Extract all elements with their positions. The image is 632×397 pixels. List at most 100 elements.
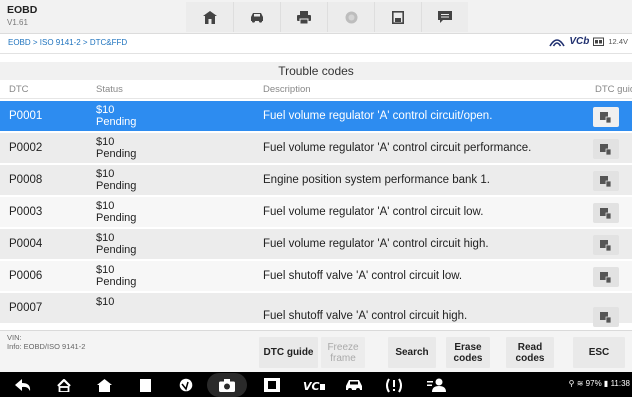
- dtc-guide-button[interactable]: [593, 307, 619, 327]
- battery-level: 97%: [585, 379, 602, 388]
- battery-fill-icon: ▮: [603, 379, 609, 388]
- dtc-description: Fuel shutoff valve 'A' control circuit l…: [263, 270, 463, 282]
- message-icon: [438, 10, 452, 23]
- up-button[interactable]: [55, 377, 73, 393]
- vci-label: VCb: [569, 36, 590, 47]
- table-row[interactable]: P0003 $10 Pending Fuel volume regulator '…: [0, 197, 632, 229]
- dtc-guide-action-button[interactable]: DTC guide: [259, 337, 318, 368]
- trouble-code-list[interactable]: P0001 $10 Pending Fuel volume regulator '…: [0, 101, 632, 330]
- dtc-guide-button[interactable]: [593, 267, 619, 287]
- breadcrumb-bar: EOBD > ISO 9141-2 > DTC&FFD VCb 12.4V: [0, 34, 632, 54]
- vci-icon: VC: [303, 380, 325, 391]
- guide-icon: [600, 207, 612, 219]
- battery-icon: [593, 37, 605, 46]
- dtc-guide-button[interactable]: [593, 139, 619, 159]
- search-button[interactable]: Search: [388, 337, 436, 368]
- column-header-guide: DTC guide: [595, 84, 632, 95]
- dtc-status: $10 Pending: [96, 136, 137, 160]
- dtc-description: Fuel volume regulator 'A' control circui…: [263, 142, 532, 154]
- system-nav-bar: VC ⚲ ≋ 97% ▮ 11:38: [0, 372, 632, 397]
- wifi-icon: ≋: [576, 379, 584, 388]
- recent-apps-button[interactable]: [138, 377, 152, 393]
- app-version: V1.61: [7, 18, 28, 27]
- dtc-guide-button[interactable]: [593, 107, 619, 127]
- dtc-code: P0001: [9, 110, 43, 122]
- connection-status: VCb 12.4V: [549, 36, 628, 47]
- freeze-frame-button[interactable]: Freeze frame: [321, 337, 365, 368]
- table-row[interactable]: P0008 $10 Pending Engine position system …: [0, 165, 632, 197]
- action-footer: VIN: Info: EOBD/ISO 9141-2 DTC guide Fre…: [0, 330, 632, 372]
- esc-button[interactable]: ESC: [573, 337, 625, 368]
- save-button[interactable]: [374, 2, 421, 32]
- home-icon: [202, 10, 217, 24]
- user-support-button[interactable]: [426, 377, 448, 393]
- camera-button[interactable]: [207, 373, 247, 397]
- table-row[interactable]: P0001 $10 Pending Fuel volume regulator '…: [0, 101, 632, 133]
- guide-icon: [600, 111, 612, 123]
- vehicle-swap-button[interactable]: [233, 2, 280, 32]
- dtc-status: $10 Pending: [96, 232, 137, 256]
- vci-manager-button[interactable]: VC: [302, 377, 326, 393]
- back-button[interactable]: [14, 377, 32, 393]
- table-header: DTC Status Description DTC guide: [0, 81, 632, 99]
- table-row[interactable]: P0006 $10 Pending Fuel shutoff valve 'A' …: [0, 261, 632, 293]
- column-header-description: Description: [263, 84, 311, 95]
- dtc-description: Fuel volume regulator 'A' control circui…: [263, 206, 484, 218]
- tire-warning-icon: [386, 377, 402, 393]
- svg-text:VC: VC: [303, 380, 320, 391]
- toolbar: [186, 0, 468, 34]
- house-icon: [96, 378, 112, 392]
- vin-label: VIN:: [7, 333, 22, 342]
- dtc-code: P0008: [9, 174, 43, 186]
- recent-apps-icon: [139, 378, 151, 392]
- app-title: EOBD: [7, 4, 38, 16]
- location-icon: ⚲: [568, 379, 575, 388]
- save-icon: [392, 10, 404, 24]
- user-support-icon: [427, 378, 446, 392]
- column-header-status: Status: [96, 84, 123, 95]
- table-row[interactable]: P0004 $10 Pending Fuel volume regulator '…: [0, 229, 632, 261]
- table-row[interactable]: P0002 $10 Pending Fuel volume regulator '…: [0, 133, 632, 165]
- dtc-description: Fuel volume regulator 'A' control circui…: [263, 238, 489, 250]
- dtc-code: P0004: [9, 238, 43, 250]
- dtc-guide-button[interactable]: [593, 235, 619, 255]
- browser-button[interactable]: [178, 377, 194, 393]
- dtc-guide-button[interactable]: [593, 171, 619, 191]
- home-nav-button[interactable]: [95, 377, 113, 393]
- dtc-status: $10: [96, 296, 115, 308]
- dtc-code: P0007: [9, 302, 43, 314]
- browser-icon: [179, 378, 193, 392]
- column-header-dtc: DTC: [9, 84, 29, 95]
- guide-icon: [600, 311, 612, 323]
- home-button[interactable]: [186, 2, 233, 32]
- section-title: Trouble codes: [0, 62, 632, 80]
- vehicle-info: VIN: Info: EOBD/ISO 9141-2: [7, 333, 85, 351]
- screen-record-icon: [264, 378, 280, 392]
- dtc-guide-button[interactable]: [593, 203, 619, 223]
- car-icon: [346, 379, 362, 392]
- dtc-code: P0006: [9, 270, 43, 282]
- guide-icon: [600, 175, 612, 187]
- erase-codes-button[interactable]: Erase codes: [446, 337, 490, 368]
- dtc-description: Fuel volume regulator 'A' control circui…: [263, 110, 493, 122]
- tpms-button[interactable]: [384, 377, 404, 393]
- table-row[interactable]: P0007 $10 Fuel shutoff valve 'A' control…: [0, 293, 632, 327]
- app-header: EOBD V1.61: [0, 0, 632, 34]
- breadcrumb[interactable]: EOBD > ISO 9141-2 > DTC&FFD: [8, 38, 127, 47]
- wifi-connection-icon: [549, 38, 566, 46]
- dtc-status: $10 Pending: [96, 168, 137, 192]
- screen-record-button[interactable]: [263, 377, 281, 393]
- guide-icon: [600, 143, 612, 155]
- back-icon: [15, 379, 31, 391]
- camera-icon: [219, 378, 235, 392]
- message-button[interactable]: [421, 2, 468, 32]
- chevron-up-icon: [57, 378, 71, 392]
- vehicle-nav-button[interactable]: [343, 377, 365, 393]
- help-button[interactable]: [327, 2, 374, 32]
- dtc-status: $10 Pending: [96, 200, 137, 224]
- guide-icon: [600, 239, 612, 251]
- read-codes-button[interactable]: Read codes: [506, 337, 554, 368]
- dtc-description: Engine position system performance bank …: [263, 174, 490, 186]
- help-icon: [345, 11, 357, 23]
- print-button[interactable]: [280, 2, 327, 32]
